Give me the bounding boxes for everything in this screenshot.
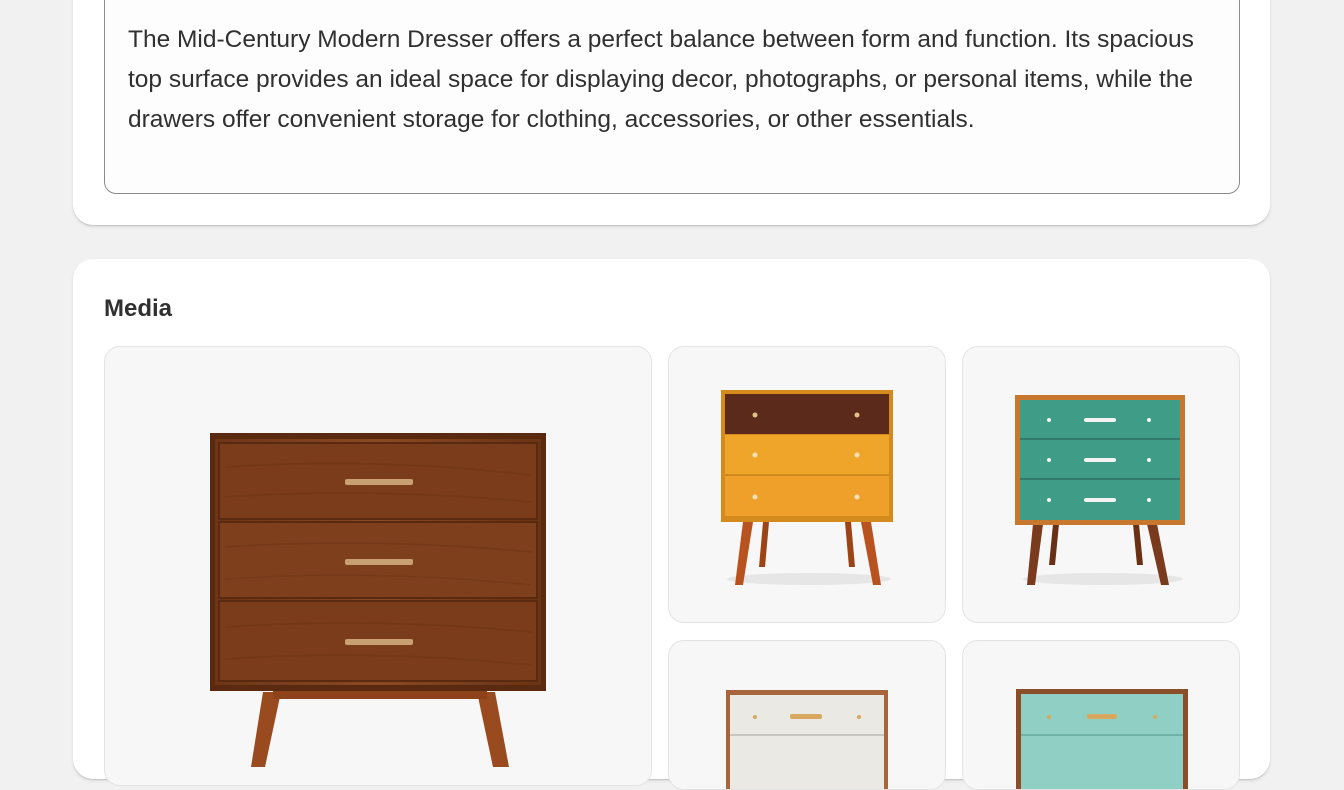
media-thumbnail-2[interactable] [668,346,946,623]
media-thumbnail-5[interactable] [962,640,1240,790]
description-card: The Mid-Century Modern Dresser offers a … [73,0,1270,225]
description-textarea[interactable]: The Mid-Century Modern Dresser offers a … [104,0,1240,194]
media-thumbnail-main[interactable] [104,346,652,786]
media-section-title: Media [104,295,173,322]
media-thumbnail-3[interactable] [962,346,1240,623]
white-dresser-image [669,641,945,789]
media-card: Media [73,259,1270,790]
yellow-dresser-image [669,347,945,622]
teal-dresser-image [963,347,1239,622]
media-thumbnail-4[interactable] [668,640,946,790]
walnut-dresser-image [105,347,651,785]
mint-dresser-image [963,641,1239,789]
